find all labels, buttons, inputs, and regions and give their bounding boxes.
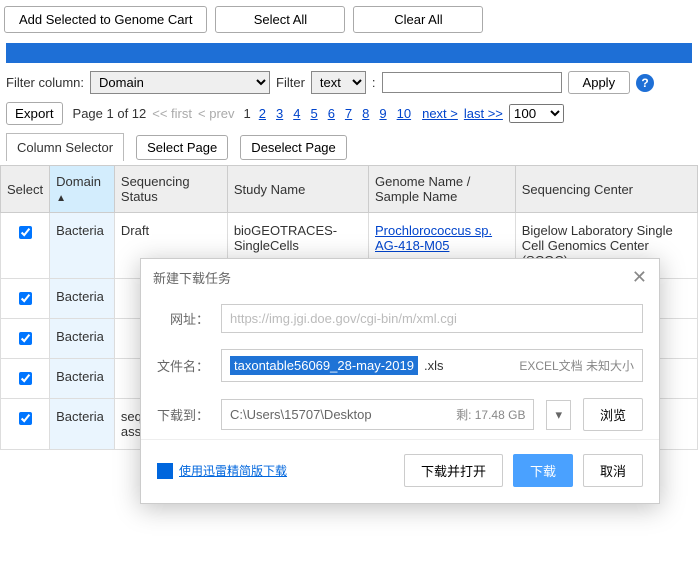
download-dialog: 新建下载任务 ✕ 网址： https://img.jgi.doe.gov/cgi…	[140, 258, 660, 504]
col-center[interactable]: Sequencing Center	[515, 166, 697, 213]
section-bar	[6, 43, 692, 63]
clear-all-button[interactable]: Clear All	[353, 6, 483, 33]
pager-last[interactable]: last >>	[464, 106, 503, 121]
filter-type-select[interactable]: text	[311, 71, 366, 94]
download-open-button[interactable]: 下载并打开	[404, 454, 503, 487]
filter-column-label: Filter column:	[6, 75, 84, 90]
sort-asc-icon: ▲	[56, 193, 66, 204]
select-all-button[interactable]: Select All	[215, 6, 345, 33]
row-checkbox[interactable]	[19, 332, 32, 345]
file-meta: EXCEL文档 未知大小	[519, 357, 634, 374]
help-icon[interactable]: ?	[636, 74, 654, 92]
col-seq-status[interactable]: Sequencing Status	[114, 166, 227, 213]
dest-dropdown[interactable]: ▾	[546, 400, 571, 430]
page-4[interactable]: 4	[291, 106, 302, 121]
page-3[interactable]: 3	[274, 106, 285, 121]
row-checkbox[interactable]	[19, 292, 32, 305]
add-selected-button[interactable]: Add Selected to Genome Cart	[4, 6, 207, 33]
page-9[interactable]: 9	[377, 106, 388, 121]
download-button[interactable]: 下载	[513, 454, 573, 487]
page-7[interactable]: 7	[343, 106, 354, 121]
filename-selected: taxontable56069_28-may-2019	[230, 356, 418, 375]
pager: Page 1 of 12 << first < prev 123456789 10…	[73, 104, 564, 123]
dest-label: 下载到：	[157, 405, 209, 424]
filter-input[interactable]	[382, 72, 562, 93]
browse-button[interactable]: 浏览	[583, 398, 643, 431]
col-genome[interactable]: Genome Name / Sample Name	[369, 166, 516, 213]
cell-domain: Bacteria	[50, 359, 115, 399]
pager-prev: < prev	[198, 106, 235, 121]
dest-path: C:\Users\15707\Desktop	[230, 407, 372, 422]
colon: :	[372, 75, 376, 90]
filename-ext: .xls	[424, 358, 444, 373]
page-6[interactable]: 6	[326, 106, 337, 121]
filter-column-select[interactable]: Domain	[90, 71, 270, 94]
column-selector-tab[interactable]: Column Selector	[6, 133, 124, 161]
thunder-label: 使用迅雷精简版下载	[179, 462, 287, 479]
thunder-icon	[157, 463, 173, 479]
page-2[interactable]: 2	[257, 106, 268, 121]
pager-first: << first	[152, 106, 192, 121]
per-page-select[interactable]: 100	[509, 104, 564, 123]
row-checkbox[interactable]	[19, 372, 32, 385]
row-checkbox[interactable]	[19, 226, 32, 239]
close-icon[interactable]: ✕	[632, 267, 647, 288]
filename-field[interactable]: taxontable56069_28-may-2019 .xls EXCEL文档 …	[221, 349, 643, 382]
cell-domain: Bacteria	[50, 213, 115, 279]
page-8[interactable]: 8	[360, 106, 371, 121]
filter-label: Filter	[276, 75, 305, 90]
deselect-page-button[interactable]: Deselect Page	[240, 135, 347, 160]
col-select[interactable]: Select	[1, 166, 50, 213]
col-domain[interactable]: Domain ▲	[50, 166, 115, 213]
pager-next[interactable]: next >	[422, 106, 458, 121]
cancel-button[interactable]: 取消	[583, 454, 643, 487]
apply-button[interactable]: Apply	[568, 71, 631, 94]
select-page-button[interactable]: Select Page	[136, 135, 228, 160]
export-button[interactable]: Export	[6, 102, 63, 125]
cell-domain: Bacteria	[50, 279, 115, 319]
page-info: Page 1 of 12	[73, 106, 147, 121]
col-study[interactable]: Study Name	[227, 166, 368, 213]
cell-domain: Bacteria	[50, 319, 115, 359]
cell-domain: Bacteria	[50, 399, 115, 450]
page-10[interactable]: 10	[395, 106, 413, 121]
genome-link[interactable]: Prochlorococcus sp. AG-418-M05	[375, 223, 492, 253]
url-label: 网址：	[157, 309, 209, 328]
dialog-title: 新建下载任务	[153, 268, 231, 287]
thunder-link[interactable]: 使用迅雷精简版下载	[157, 462, 287, 479]
page-1: 1	[244, 106, 251, 121]
url-field[interactable]: https://img.jgi.doe.gov/cgi-bin/m/xml.cg…	[221, 304, 643, 333]
filename-label: 文件名：	[157, 356, 209, 375]
row-checkbox[interactable]	[19, 412, 32, 425]
page-5[interactable]: 5	[308, 106, 319, 121]
dest-field[interactable]: C:\Users\15707\Desktop 剩: 17.48 GB	[221, 399, 534, 430]
free-space: 剩: 17.48 GB	[456, 406, 525, 423]
